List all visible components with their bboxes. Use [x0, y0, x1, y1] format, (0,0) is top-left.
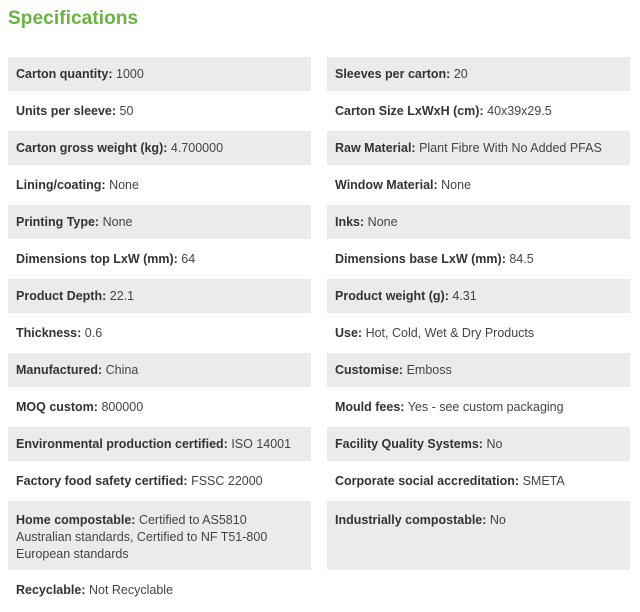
spec-cell [327, 573, 630, 607]
spec-label: Carton gross weight (kg): [16, 140, 168, 155]
spec-row: Factory food safety certified: FSSC 2200… [8, 464, 632, 498]
spec-label: Manufactured: [16, 362, 103, 377]
spec-row: Thickness: 0.6 Use: Hot, Cold, Wet & Dry… [8, 316, 632, 350]
spec-value: 84.5 [509, 251, 534, 266]
spec-value: No [489, 513, 506, 527]
spec-value: Yes - see custom packaging [407, 399, 564, 414]
spec-value: Plant Fibre With No Added PFAS [419, 140, 602, 155]
spec-label: Recyclable: [16, 582, 86, 597]
spec-row: Recyclable: Not Recyclable [8, 573, 632, 607]
spec-label: Thickness: [16, 325, 82, 340]
spec-cell: Dimensions base LxW (mm): 84.5 [327, 242, 630, 276]
spec-label: Lining/coating: [16, 177, 106, 192]
spec-value: 800000 [101, 399, 144, 414]
spec-row: MOQ custom: 800000 Mould fees: Yes - see… [8, 390, 632, 424]
spec-row: Carton quantity: 1000 Sleeves per carton… [8, 57, 632, 91]
spec-cell: Units per sleeve: 50 [8, 94, 311, 128]
spec-cell: Facility Quality Systems: No [327, 427, 630, 461]
spec-value: FSSC 22000 [191, 473, 263, 488]
spec-cell: Printing Type: None [8, 205, 311, 239]
spec-cell: Use: Hot, Cold, Wet & Dry Products [327, 316, 630, 350]
spec-label: Use: [335, 325, 363, 340]
spec-cell: Raw Material: Plant Fibre With No Added … [327, 131, 630, 165]
spec-cell: Environmental production certified: ISO … [8, 427, 311, 461]
spec-value: 64 [181, 251, 196, 266]
spec-row: Carton gross weight (kg): 4.700000 Raw M… [8, 131, 632, 165]
spec-row: Environmental production certified: ISO … [8, 427, 632, 461]
spec-label: Dimensions base LxW (mm): [335, 251, 506, 266]
spec-label: Raw Material: [335, 140, 416, 155]
spec-label: Product Depth: [16, 288, 107, 303]
spec-value: None [102, 214, 133, 229]
spec-value: 4.31 [452, 288, 477, 303]
spec-cell: Thickness: 0.6 [8, 316, 311, 350]
specifications-table: Carton quantity: 1000 Sleeves per carton… [8, 57, 632, 610]
spec-label: Factory food safety certified: [16, 473, 188, 488]
spec-row: Home compostable: Certified to AS5810 Au… [8, 501, 632, 570]
section-title: Specifications [8, 8, 139, 29]
spec-cell: Manufactured: China [8, 353, 311, 387]
spec-label: MOQ custom: [16, 399, 98, 414]
spec-cell: Factory food safety certified: FSSC 2200… [8, 464, 311, 498]
spec-label: Environmental production certified: [16, 436, 228, 451]
spec-cell: Recyclable: Not Recyclable [8, 573, 311, 607]
spec-cell: Industrially compostable: No [327, 501, 630, 570]
spec-label: Industrially compostable: [335, 513, 487, 527]
spec-value: None [441, 177, 472, 192]
spec-row: Manufactured: China Customise: Emboss [8, 353, 632, 387]
spec-value: ISO 14001 [231, 436, 292, 451]
spec-label: Mould fees: [335, 399, 405, 414]
spec-label: Units per sleeve: [16, 103, 117, 118]
spec-cell: Sleeves per carton: 20 [327, 57, 630, 91]
spec-value: 50 [119, 103, 134, 118]
spec-label: Home compostable: [16, 513, 136, 527]
spec-label: Printing Type: [16, 214, 100, 229]
spec-cell: Lining/coating: None [8, 168, 311, 202]
spec-cell: Carton gross weight (kg): 4.700000 [8, 131, 311, 165]
spec-label: Carton Size LxWxH (cm): [335, 103, 484, 118]
spec-value: Hot, Cold, Wet & Dry Products [365, 325, 535, 340]
spec-value: 40x39x29.5 [487, 103, 552, 118]
spec-value: 22.1 [109, 288, 135, 303]
spec-cell: Customise: Emboss [327, 353, 630, 387]
spec-row: Units per sleeve: 50 Carton Size LxWxH (… [8, 94, 632, 128]
spec-label: Carton quantity: [16, 66, 113, 81]
spec-label: Dimensions top LxW (mm): [16, 251, 178, 266]
spec-value: 0.6 [84, 325, 103, 340]
spec-label: Facility Quality Systems: [335, 436, 483, 451]
spec-row: Product Depth: 22.1 Product weight (g): … [8, 279, 632, 313]
spec-row: Lining/coating: None Window Material: No… [8, 168, 632, 202]
spec-cell: Home compostable: Certified to AS5810 Au… [8, 501, 311, 570]
spec-cell: Product Depth: 22.1 [8, 279, 311, 313]
spec-cell: Inks: None [327, 205, 630, 239]
spec-value: 4.700000 [170, 140, 224, 155]
spec-cell: Carton quantity: 1000 [8, 57, 311, 91]
spec-value: Emboss [406, 362, 452, 377]
spec-value: None [109, 177, 139, 192]
spec-label: Corporate social accreditation: [335, 473, 520, 488]
spec-row: Printing Type: None Inks: None [8, 205, 632, 239]
spec-cell: Dimensions top LxW (mm): 64 [8, 242, 311, 276]
spec-label: Customise: [335, 362, 404, 377]
spec-value: 20 [453, 66, 468, 81]
spec-value: 1000 [116, 66, 144, 81]
spec-label: Window Material: [335, 177, 438, 192]
spec-label: Product weight (g): [335, 288, 449, 303]
spec-label: Sleeves per carton: [335, 66, 451, 81]
spec-value: Not Recyclable [88, 582, 174, 597]
spec-cell: Product weight (g): 4.31 [327, 279, 630, 313]
spec-cell: Corporate social accreditation: SMETA [327, 464, 630, 498]
spec-cell: Mould fees: Yes - see custom packaging [327, 390, 630, 424]
spec-cell: Carton Size LxWxH (cm): 40x39x29.5 [327, 94, 630, 128]
spec-value: None [367, 214, 398, 229]
spec-value: SMETA [522, 473, 565, 488]
spec-value: China [105, 362, 139, 377]
spec-label: Inks: [335, 214, 365, 229]
spec-cell: Window Material: None [327, 168, 630, 202]
spec-cell: MOQ custom: 800000 [8, 390, 311, 424]
spec-value: No [486, 436, 503, 451]
spec-row: Dimensions top LxW (mm): 64 Dimensions b… [8, 242, 632, 276]
